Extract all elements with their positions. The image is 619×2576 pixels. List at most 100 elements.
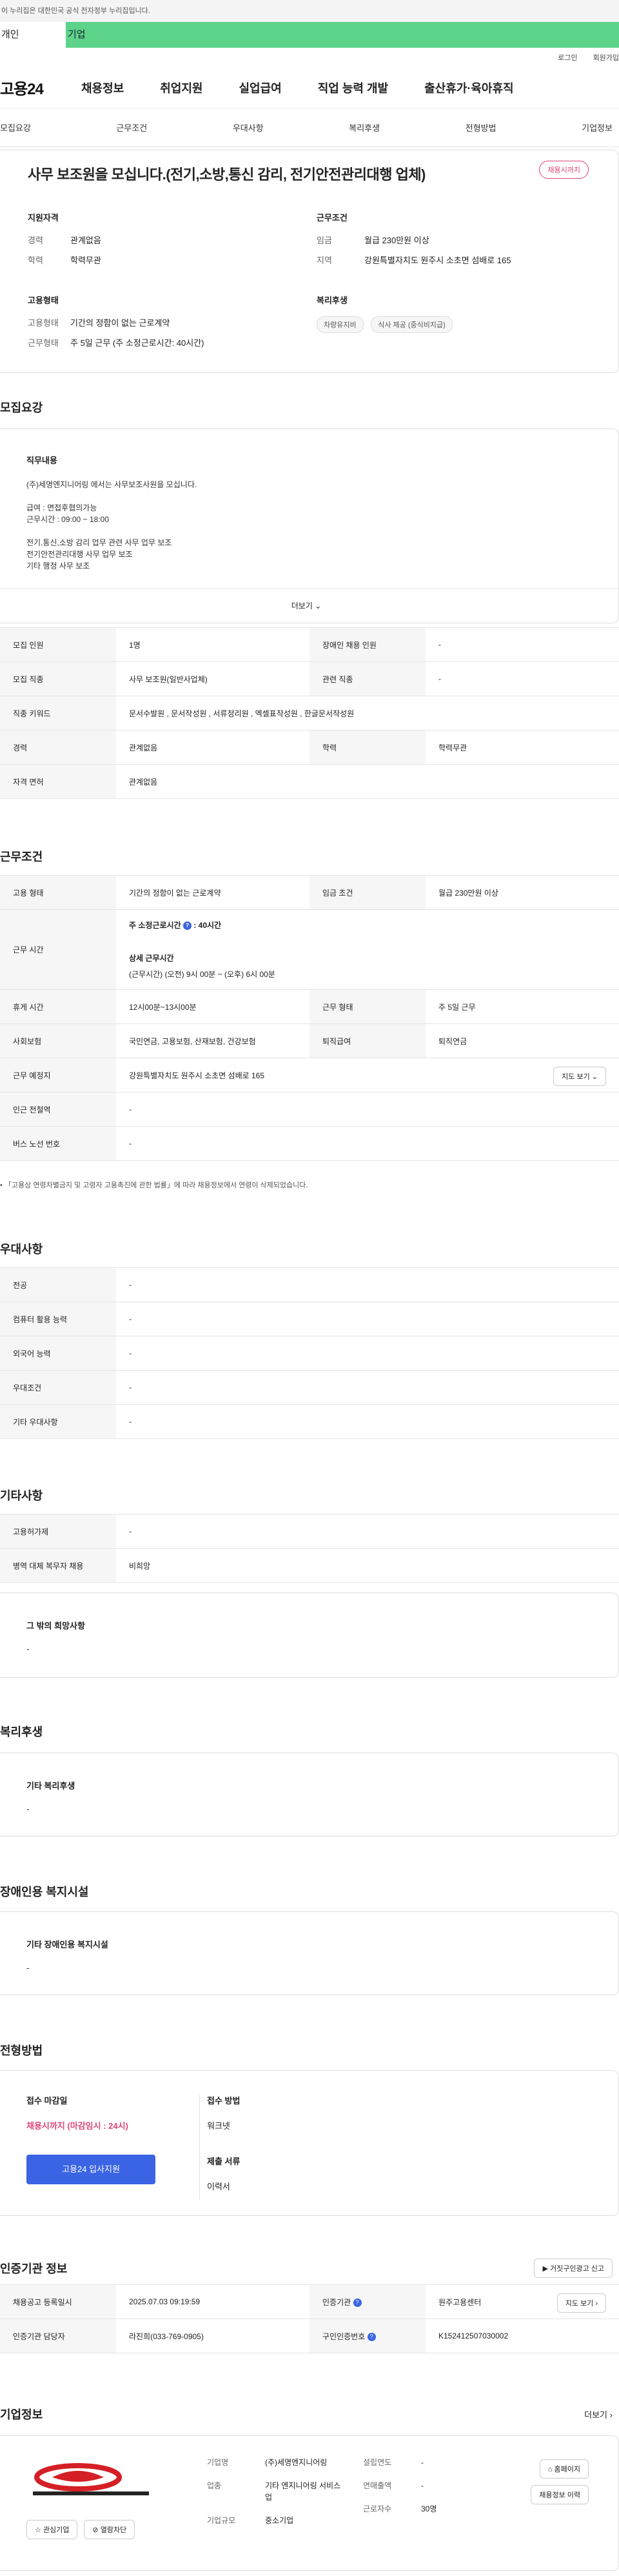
recruit-table: 모집 인원 1명 장애인 채용 인원 - 모집 직종 사무 보조원(일반사업체)… (0, 627, 619, 799)
cell-label: 외국어 능력 (0, 1336, 116, 1371)
cell-value: - (116, 1514, 619, 1549)
info-icon[interactable]: ? (353, 2298, 362, 2307)
table-row: 모집 직종 사무 보조원(일반사업체) 관련 직종 - (0, 661, 619, 696)
table-row: 휴게 시간 12시00분~13시00분 근무 형태 주 5일 근무 (0, 989, 619, 1024)
age-footnote: • 「고용상 연령차별금지 및 고령자 고용촉진에 관한 법률」에 따라 채용정… (0, 1182, 308, 1189)
tab-company[interactable]: 기업 (66, 22, 619, 48)
disability-heading: 장애인용 복지시설 (0, 1886, 89, 1898)
weekly-hours-label: 주 소정근로시간 (129, 921, 181, 930)
company-more-link[interactable]: 더보기 › (584, 2408, 613, 2420)
report-false-ad-button[interactable]: ▶ 거짓구인광고 신고 (534, 2259, 613, 2278)
subnav-preference[interactable]: 우대사항 (233, 121, 264, 134)
detail-hours-label: 상세 근무시간 (129, 954, 174, 963)
divider (199, 2094, 200, 2200)
cell-value: 문서수발원 , 문서작성원 , 서류정리원 , 엑셀표작성원 , 한글문서작성원 (116, 696, 619, 730)
welfare-value: - (26, 1804, 30, 1814)
company-name-value: (주)세명엔지니어링 (265, 2458, 328, 2467)
welfare-chip-meal: 식사 제공 (중식비지급) (371, 316, 453, 333)
subnav-company[interactable]: 기업정보 (582, 121, 613, 134)
other-wish-box: 그 밖의 희망사항 - (0, 1593, 619, 1678)
industry-value: 기타 엔지니어링 서비스업 (265, 2481, 341, 2502)
history-label: 채용정보 이력 (539, 2491, 580, 2499)
info-icon[interactable]: ? (182, 921, 192, 931)
cell-label: 인증기관 ? (310, 2284, 426, 2319)
map-button[interactable]: 지도 보기 ⌄ (553, 1067, 606, 1086)
cell-label: 임금 조건 (310, 875, 426, 910)
table-row: 자격 면허 관계없음 (0, 764, 619, 799)
cell-value: 관계없음 (116, 730, 310, 765)
selection-box: 접수 마감일 채용시까지 (마감임시 : 24시) 고용24 입사지원 접수 방… (0, 2070, 619, 2216)
agency-value-cell: 원주고용센터 지도 보기 › (426, 2284, 619, 2319)
subnav-welfare[interactable]: 복리후생 (349, 121, 380, 134)
subnav-recruit[interactable]: 모집요강 (0, 121, 31, 134)
table-row: 사회보험 국민연금, 고용보험, 산재보험, 건강보험 퇴직급여 퇴직연금 (0, 1023, 619, 1058)
scale-label: 기업규모 (207, 2516, 236, 2525)
table-row: 인근 전철역 - (0, 1092, 619, 1127)
table-row: 전공 - (0, 1267, 619, 1302)
cell-label: 버스 노선 번호 (0, 1126, 116, 1161)
gnb-item-skill-development[interactable]: 직업 능력 개발 (318, 79, 388, 96)
block-view-button[interactable]: ⊘ 열람차단 (84, 2520, 135, 2539)
interest-company-button[interactable]: ☆ 관심기업 (26, 2520, 78, 2539)
cond-heading: 근무조건 (317, 213, 348, 223)
login-link[interactable]: 로그인 (558, 52, 577, 63)
cell-label: 구인인증번호 ? (310, 2319, 426, 2353)
cell-label: 병역 대체 복무자 채용 (0, 1548, 116, 1583)
table-row: 버스 노선 번호 - (0, 1126, 619, 1161)
cell-value: 1명 (116, 627, 310, 662)
cell-label: 전공 (0, 1267, 116, 1302)
sales-label: 연매출액 (363, 2481, 392, 2490)
gnb-item-employment-support[interactable]: 취업지원 (160, 79, 202, 96)
other-wish-heading: 그 밖의 희망사항 (26, 1621, 85, 1631)
job-title: 사무 보조원을 모십니다.(전기,소방,통신 감리, 전기안전관리대행 업체) (28, 166, 426, 183)
home-icon: ⌂ (547, 2466, 553, 2473)
gnb-item-jobs[interactable]: 채용정보 (81, 79, 124, 96)
more-button[interactable]: 더보기 ⌄ (0, 588, 618, 623)
signup-link[interactable]: 회원가입 (593, 52, 619, 63)
subnav-selection[interactable]: 전형방법 (466, 121, 496, 134)
cell-value: - (116, 1404, 619, 1439)
company-logo (26, 2458, 155, 2503)
company-box: ☆ 관심기업 ⊘ 열람차단 기업명 (주)세명엔지니어링 업종 기타 엔지니어링 서… (0, 2435, 619, 2571)
cell-label: 사회보험 (0, 1023, 116, 1058)
cell-label: 근무 시간 (0, 909, 116, 990)
info-icon[interactable]: ? (367, 2332, 376, 2341)
map-button-label: 지도 보기 (562, 1073, 590, 1081)
preference-heading: 우대사항 (0, 1243, 43, 1256)
subnav-conditions[interactable]: 근무조건 (116, 121, 147, 134)
cell-label: 장애인 채용 인원 (310, 627, 426, 662)
chevron-right-icon: › (609, 2410, 613, 2420)
cell-label: 휴게 시간 (0, 989, 116, 1024)
company-more-label: 더보기 (584, 2410, 608, 2420)
cell-value: - (116, 1267, 619, 1302)
duty-line: 전기,통신,소방 감리 업무 관련 사무 업무 보조 (26, 538, 172, 547)
agency-map-button[interactable]: 지도 보기 › (556, 2293, 606, 2313)
cell-value: 기간의 정함이 없는 근로계약 (116, 875, 310, 910)
table-row: 우대조건 - (0, 1370, 619, 1405)
conditions-table: 고용 형태 기간의 정함이 없는 근로계약 임금 조건 월급 230만원 이상 … (0, 875, 619, 1161)
cell-value: - (426, 627, 619, 662)
homepage-label: 홈페이지 (554, 2466, 580, 2473)
cell-value: - (116, 1302, 619, 1336)
cell-value: 학력무관 (426, 730, 619, 765)
table-row: 근무 시간 주 소정근로시간 ? : 40시간 상세 근무시간 (근무시간) (… (0, 909, 619, 990)
apply-button[interactable]: 고용24 입사지원 (26, 2155, 155, 2184)
gnb-item-unemployment-benefit[interactable]: 실업급여 (239, 79, 282, 96)
site-logo[interactable]: 고용24 (0, 76, 81, 99)
disability-box: 기타 장애인용 복지시설 - (0, 1911, 619, 1995)
homepage-button[interactable]: ⌂ 홈페이지 (539, 2459, 589, 2479)
cell-label: 경력 (0, 730, 116, 765)
qual-career-value: 관계없음 (70, 236, 101, 245)
cell-label: 인증기관 담당자 (0, 2319, 116, 2353)
history-button[interactable]: 채용정보 이력 (531, 2485, 589, 2504)
tab-person[interactable]: 개인 (0, 22, 66, 48)
docs-label: 제출 서류 (207, 2157, 241, 2166)
job-summary-card: 사무 보조원을 모십니다.(전기,소방,통신 감리, 전기안전관리대행 업체) … (0, 150, 619, 373)
table-row: 외국어 능력 - (0, 1336, 619, 1371)
cell-value: 12시00분~13시00분 (116, 989, 310, 1024)
scale-value: 중소기업 (265, 2516, 294, 2525)
gnb-item-leave[interactable]: 출산휴가·육아휴직 (424, 79, 513, 96)
disability-value: - (26, 1963, 30, 1973)
cell-value: - (426, 661, 619, 696)
duty-text: (주)세명엔지니어링 에서는 사무보조사원을 모십니다. 급여 : 면접후협의가… (26, 479, 618, 572)
